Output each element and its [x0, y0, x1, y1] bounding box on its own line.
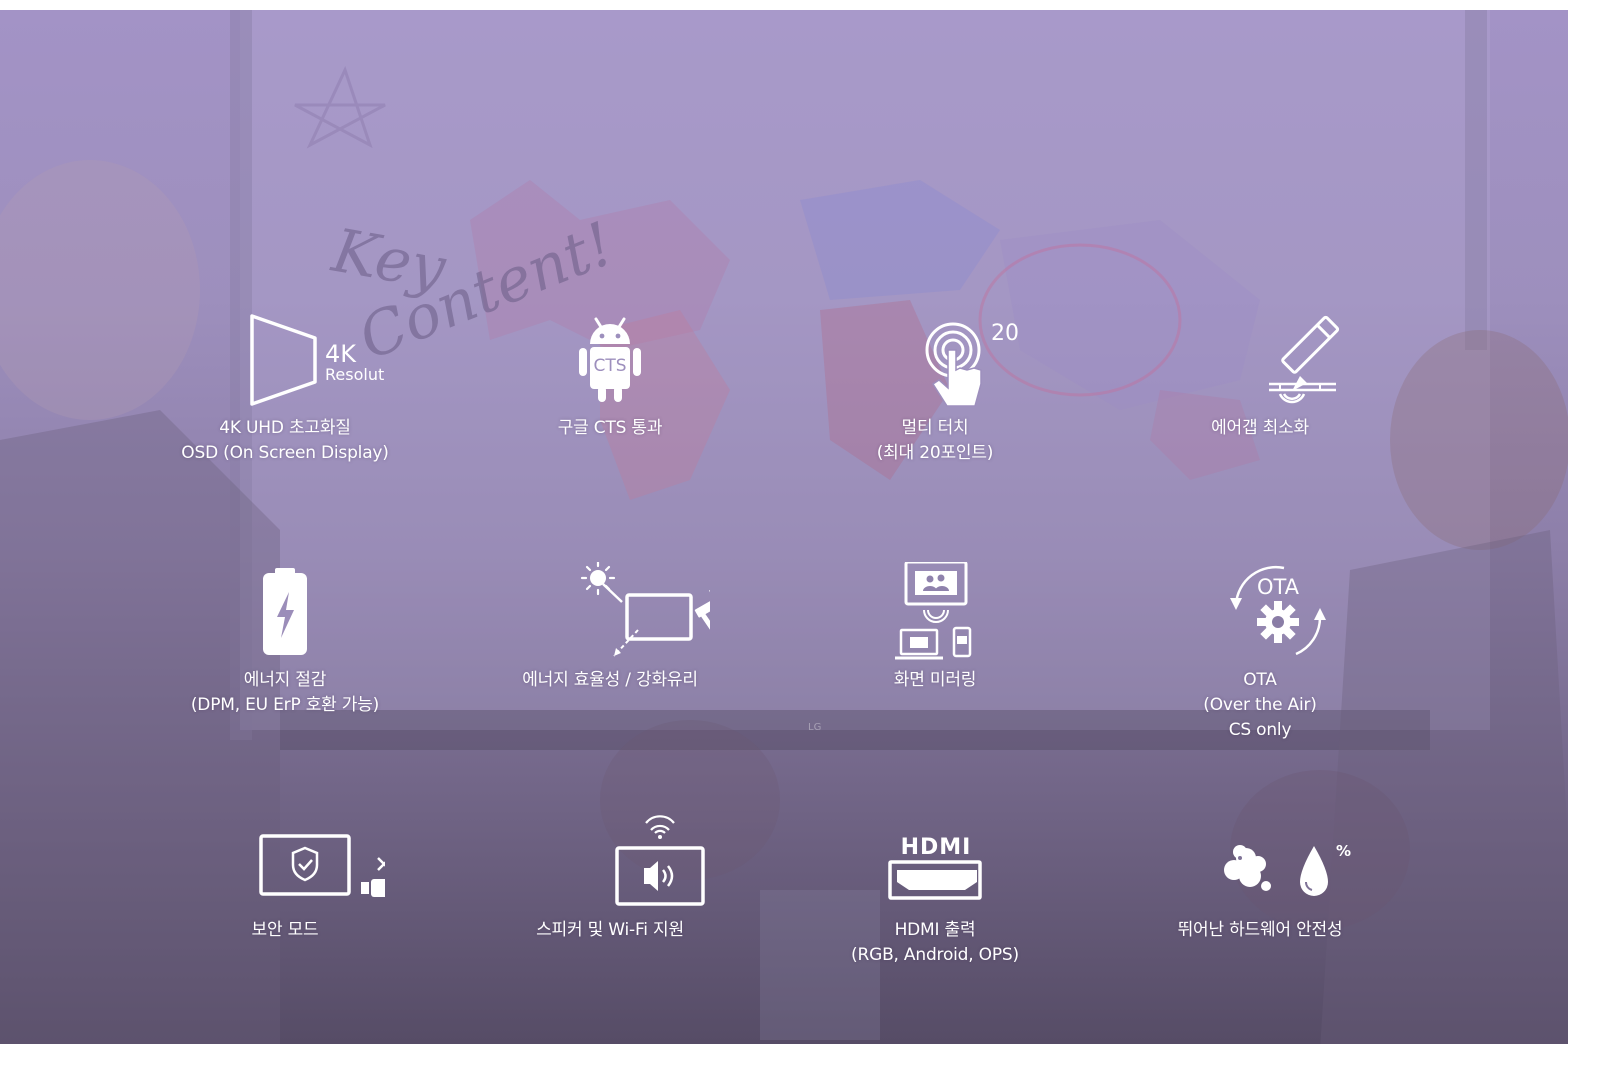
feature-label: OTA (Over the Air) CS only	[1203, 668, 1317, 743]
multi-touch-icon: 20	[835, 310, 1035, 410]
feature-subtitle: (DPM, EU ErP 호환 가능)	[190, 695, 380, 715]
feature-subtitle: (RGB, Android, OPS)	[851, 945, 1019, 965]
speaker-wifi-icon	[510, 812, 710, 912]
feature-banner: Key Content! LG 4K Resolution 4K UHD 초고화…	[0, 10, 1568, 1044]
svg-text:OTA: OTA	[1257, 575, 1300, 599]
feature-hardware-durability: % 뛰어난 하드웨어 안전성	[1110, 812, 1410, 1022]
feature-label: 화면 미러링	[893, 668, 977, 693]
feature-note: CS only	[1228, 720, 1292, 740]
svg-text:20: 20	[991, 321, 1019, 346]
feature-screen-mirroring: 화면 미러링	[785, 562, 1085, 772]
feature-title: 에어갭 최소화	[1211, 418, 1309, 438]
feature-efficiency-glass: 에너지 효율성 / 강화유리	[460, 562, 760, 772]
feature-title: 뛰어난 하드웨어 안전성	[1177, 920, 1343, 940]
feature-title: 에너지 절감	[243, 670, 327, 690]
feature-google-cts: CTS 구글 CTS 통과	[460, 310, 760, 520]
feature-4k-uhd: 4K Resolution 4K UHD 초고화질 OSD (On Screen…	[135, 310, 435, 520]
feature-title: 멀티 터치	[901, 418, 969, 438]
feature-subtitle: (Over the Air)	[1203, 695, 1317, 715]
feature-hdmi-out: HDMI HDMI 출력 (RGB, Android, OPS)	[785, 812, 1085, 1022]
feature-speaker-wifi: 스피커 및 Wi-Fi 지원	[460, 812, 760, 1022]
feature-label: 4K UHD 초고화질 OSD (On Screen Display)	[181, 416, 389, 466]
feature-label: 에너지 효율성 / 강화유리	[522, 668, 698, 693]
feature-title: 보안 모드	[251, 920, 319, 940]
feature-title: 화면 미러링	[893, 670, 977, 690]
feature-title: 에너지 효율성 / 강화유리	[522, 670, 698, 690]
feature-security-mode: 보안 모드	[135, 812, 435, 1022]
svg-text:%: %	[1336, 842, 1351, 860]
feature-multi-touch: 20 멀티 터치 (최대 20포인트)	[785, 310, 1085, 520]
feature-air-gap: 에어갭 최소화	[1110, 310, 1410, 520]
feature-subtitle: (최대 20포인트)	[876, 443, 994, 463]
dust-icon	[1224, 845, 1271, 891]
svg-text:4K: 4K	[325, 340, 357, 368]
feature-label: 에너지 절감 (DPM, EU ErP 호환 가능)	[191, 668, 379, 718]
feature-label: HDMI 출력 (RGB, Android, OPS)	[851, 918, 1019, 968]
feature-label: 에어갭 최소화	[1211, 416, 1309, 441]
feature-title: 4K UHD 초고화질	[219, 418, 351, 438]
feature-title: 구글 CTS 통과	[557, 418, 663, 438]
hardware-durability-icon: %	[1160, 812, 1360, 912]
feature-label: 구글 CTS 통과	[558, 416, 663, 441]
feature-label: 멀티 터치 (최대 20포인트)	[877, 416, 994, 466]
feature-title: OTA	[1243, 670, 1277, 690]
android-cts-icon: CTS	[510, 310, 710, 410]
svg-text:HDMI: HDMI	[901, 835, 972, 860]
feature-label: 스피커 및 Wi-Fi 지원	[536, 918, 684, 943]
feature-label: 뛰어난 하드웨어 안전성	[1178, 918, 1343, 943]
battery-energy-icon	[185, 562, 385, 662]
feature-title: 스피커 및 Wi-Fi 지원	[536, 920, 684, 940]
pen-airgap-icon	[1160, 310, 1360, 410]
feature-label: 보안 모드	[252, 918, 319, 943]
svg-text:CTS: CTS	[593, 356, 626, 376]
feature-subtitle: OSD (On Screen Display)	[181, 443, 389, 463]
feature-energy-saving: 에너지 절감 (DPM, EU ErP 호환 가능)	[135, 562, 435, 772]
tempered-glass-icon	[510, 562, 710, 662]
hdmi-out-icon: HDMI	[835, 812, 1035, 912]
ota-update-icon: OTA	[1160, 562, 1360, 662]
feature-title: HDMI 출력	[894, 920, 976, 940]
humidity-icon	[1300, 846, 1328, 896]
svg-text:Resolution: Resolution	[325, 365, 385, 384]
screen-mirroring-icon	[835, 562, 1035, 662]
security-mode-icon	[185, 812, 385, 912]
4k-resolution-icon: 4K Resolution	[185, 310, 385, 410]
feature-ota: OTA OTA (Over the Air) CS only	[1110, 562, 1410, 772]
